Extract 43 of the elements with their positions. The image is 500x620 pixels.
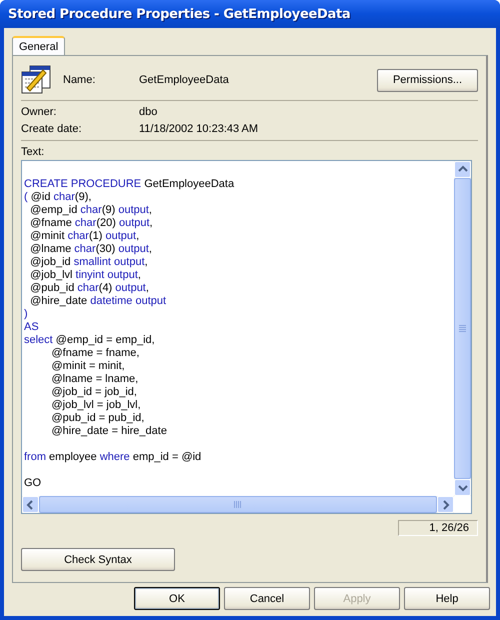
code-line: select @emp_id = emp_id,: [24, 334, 155, 347]
code-line: @job_id = job_id,: [50, 386, 137, 399]
tab[interactable]: General: [12, 36, 66, 55]
dialog-button[interactable]: Cancel: [224, 587, 310, 610]
code-line: @minit char(1) output,: [29, 230, 140, 243]
dialog-button[interactable]: OK: [134, 587, 220, 610]
vertical-scrollbar[interactable]: [454, 161, 471, 496]
check-syntax-button[interactable]: Check Syntax: [21, 548, 175, 571]
code-line: @hire_date = hire_date: [50, 425, 167, 438]
create-date-label: Create date:: [21, 122, 83, 134]
owner-value: dbo: [139, 106, 158, 118]
code-line: @pub_id char(4) output,: [29, 282, 149, 295]
name-value: GetEmployeeData: [139, 74, 230, 86]
code-line: @lname = lname,: [50, 373, 138, 386]
code-line: @emp_id char(9) output,: [29, 204, 152, 217]
window-title: Stored Procedure Properties - GetEmployeeData: [8, 6, 350, 22]
create-date-value: 11/18/2002 10:23:43 AM: [139, 122, 260, 134]
code-line: from employee where emp_id = @id: [24, 451, 202, 464]
owner-label: Owner:: [21, 106, 58, 118]
code-line: @minit = minit,: [50, 360, 125, 373]
code-line: AS: [24, 321, 39, 334]
horizontal-scrollbar[interactable]: [22, 496, 454, 513]
dialog-button[interactable]: Help: [404, 587, 490, 610]
code-line: @hire_date datetime output: [29, 295, 166, 308]
code-line: CREATE PROCEDURE GetEmployeeData: [24, 178, 234, 191]
code-line: @fname = fname,: [50, 347, 140, 360]
code-line: @pub_id = pub_id,: [50, 412, 144, 425]
code-line: ): [24, 308, 28, 321]
code-line: GO: [24, 477, 42, 490]
name-label: Name:: [63, 74, 96, 86]
stored-procedure-icon: [21, 64, 51, 94]
text-label: Text:: [21, 146, 46, 158]
grip-icon: [234, 501, 242, 508]
code-line: @fname char(20) output,: [29, 217, 153, 230]
code-editor[interactable]: [21, 160, 472, 514]
code-line: @lname char(30) output,: [29, 243, 152, 256]
code-line: @job_lvl = job_lvl,: [50, 399, 141, 412]
code-line: ( @id char(9),: [24, 191, 92, 204]
code-line: @job_id smallint output,: [29, 256, 148, 269]
grip-icon: [459, 324, 466, 332]
cursor-position: 1, 26/26: [398, 520, 478, 536]
code-line: @job_lvl tinyint output,: [29, 269, 141, 282]
permissions-button[interactable]: Permissions...: [377, 68, 478, 92]
